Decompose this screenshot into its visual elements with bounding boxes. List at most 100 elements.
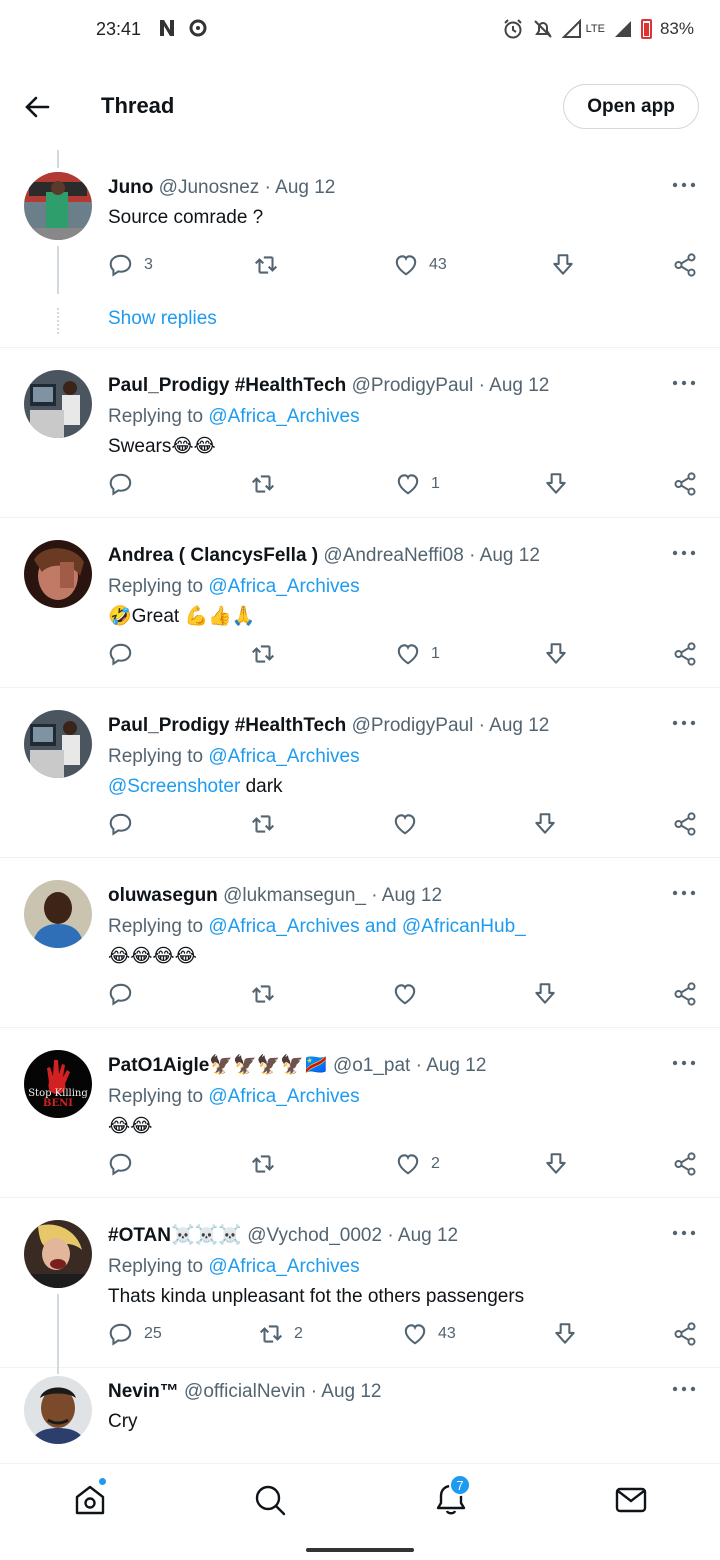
tweet-date[interactable]: Aug 12 xyxy=(489,715,549,736)
download-action[interactable] xyxy=(543,471,569,497)
more-options-icon[interactable] xyxy=(672,888,696,898)
reply-action[interactable] xyxy=(108,811,250,837)
show-replies-link[interactable]: Show replies xyxy=(108,308,217,330)
author-name[interactable]: Andrea ( ClancysFella ) xyxy=(108,545,318,566)
thread-feed[interactable]: Juno @Junosnez · Aug 12 Source comrade ?… xyxy=(0,150,720,1462)
sync-notification-icon xyxy=(189,19,207,37)
retweet-action[interactable] xyxy=(253,252,393,278)
author-name[interactable]: PatO1Aigle🦅🦅🦅🦅🇨🇩 xyxy=(108,1055,328,1076)
like-action[interactable]: 43 xyxy=(393,252,550,278)
share-action[interactable] xyxy=(672,252,698,278)
messages-mail-icon[interactable] xyxy=(613,1482,649,1518)
tweet-date[interactable]: Aug 12 xyxy=(382,885,442,906)
tweet[interactable]: Nevin™ @officialNevin · Aug 12 Cry xyxy=(0,1368,720,1462)
author-name[interactable]: Nevin™ xyxy=(108,1381,179,1402)
download-action[interactable] xyxy=(543,641,569,667)
author-handle[interactable]: @lukmansegun_ xyxy=(223,885,366,906)
more-options-icon[interactable] xyxy=(672,1228,696,1238)
retweet-action[interactable] xyxy=(250,981,392,1007)
avatar[interactable] xyxy=(24,710,92,778)
tweet-date[interactable]: Aug 12 xyxy=(489,375,549,396)
more-options-icon[interactable] xyxy=(672,378,696,388)
retweet-action[interactable]: 2 xyxy=(258,1321,402,1347)
retweet-action[interactable] xyxy=(250,811,392,837)
author-handle[interactable]: @officialNevin xyxy=(184,1381,305,1402)
avatar[interactable] xyxy=(24,540,92,608)
author-handle[interactable]: @Vychod_0002 xyxy=(247,1225,382,1246)
tweet[interactable]: Paul_Prodigy #HealthTech @ProdigyPaul · … xyxy=(0,688,720,858)
tweet[interactable]: Stop Killing BENI PatO1Aigle🦅🦅🦅🦅🇨🇩 @o1_pa… xyxy=(0,1028,720,1198)
tweet-date[interactable]: Aug 12 xyxy=(426,1055,486,1076)
avatar[interactable] xyxy=(24,880,92,948)
author-name[interactable]: Paul_Prodigy #HealthTech xyxy=(108,375,346,396)
share-action[interactable] xyxy=(672,811,698,837)
search-icon[interactable] xyxy=(252,1482,288,1518)
reply-action[interactable] xyxy=(108,1151,250,1177)
avatar[interactable] xyxy=(24,172,92,240)
reply-icon xyxy=(109,254,132,277)
share-action[interactable] xyxy=(672,1151,698,1177)
more-options-icon[interactable] xyxy=(672,548,696,558)
more-options-icon[interactable] xyxy=(672,718,696,728)
download-action[interactable] xyxy=(543,1151,569,1177)
author-handle[interactable]: @ProdigyPaul xyxy=(352,375,474,396)
download-action[interactable] xyxy=(550,252,672,278)
more-options-icon[interactable] xyxy=(672,1384,696,1394)
like-action[interactable]: 2 xyxy=(395,1151,543,1177)
tweet[interactable]: Juno @Junosnez · Aug 12 Source comrade ?… xyxy=(0,150,720,348)
open-app-button[interactable]: Open app xyxy=(563,84,699,129)
download-action[interactable] xyxy=(532,981,558,1007)
reply-action[interactable] xyxy=(108,981,250,1007)
tweet[interactable]: #OTAN☠️☠️☠️ @Vychod_0002 · Aug 12 Replyi… xyxy=(0,1198,720,1374)
back-arrow-icon[interactable] xyxy=(22,92,52,122)
tweet-date[interactable]: Aug 12 xyxy=(321,1381,381,1402)
download-action[interactable] xyxy=(552,1321,578,1347)
tweet-date[interactable]: Aug 12 xyxy=(480,545,540,566)
tweet[interactable]: Andrea ( ClancysFella ) @AndreaNeffi08 ·… xyxy=(0,518,720,688)
like-action[interactable]: 43 xyxy=(402,1321,552,1347)
mention-link[interactable]: @Screenshoter xyxy=(108,776,240,797)
author-name[interactable]: Paul_Prodigy #HealthTech xyxy=(108,715,346,736)
author-handle[interactable]: @AndreaNeffi08 xyxy=(323,545,463,566)
download-action[interactable] xyxy=(532,811,558,837)
reply-mention-link[interactable]: @Africa_Archives xyxy=(208,746,359,767)
retweet-action[interactable] xyxy=(250,641,395,667)
like-action[interactable]: 1 xyxy=(395,471,543,497)
author-handle[interactable]: @Junosnez xyxy=(159,177,260,198)
reply-action[interactable]: 3 xyxy=(108,252,253,278)
retweet-action[interactable] xyxy=(250,1151,395,1177)
share-action[interactable] xyxy=(672,981,698,1007)
share-action[interactable] xyxy=(672,641,698,667)
avatar[interactable]: Stop Killing BENI xyxy=(24,1050,92,1118)
tweet[interactable]: oluwasegun @lukmansegun_ · Aug 12 Replyi… xyxy=(0,858,720,1028)
tweet-date[interactable]: Aug 12 xyxy=(398,1225,458,1246)
reply-action[interactable] xyxy=(108,641,250,667)
author-name[interactable]: #OTAN☠️☠️☠️ xyxy=(108,1225,242,1246)
tweet[interactable]: Paul_Prodigy #HealthTech @ProdigyPaul · … xyxy=(0,348,720,518)
reply-action[interactable] xyxy=(108,471,250,497)
reply-mention-link[interactable]: @Africa_Archives xyxy=(208,1256,359,1277)
avatar[interactable] xyxy=(24,1376,92,1444)
more-options-icon[interactable] xyxy=(672,1058,696,1068)
like-action[interactable] xyxy=(392,811,532,837)
reply-action[interactable]: 25 xyxy=(108,1321,258,1347)
reply-mention-link[interactable]: @Africa_Archives xyxy=(208,406,359,427)
author-name[interactable]: oluwasegun xyxy=(108,885,218,906)
share-action[interactable] xyxy=(672,1321,698,1347)
tweet-date[interactable]: Aug 12 xyxy=(275,177,335,198)
like-action[interactable] xyxy=(392,981,532,1007)
author-handle[interactable]: @ProdigyPaul xyxy=(352,715,474,736)
reply-mention-link[interactable]: @Africa_Archives and @AfricanHub_ xyxy=(208,916,525,937)
retweet-action[interactable] xyxy=(250,471,395,497)
share-action[interactable] xyxy=(672,471,698,497)
reply-mention-link[interactable]: @Africa_Archives xyxy=(208,576,359,597)
home-icon[interactable] xyxy=(72,1482,108,1518)
more-options-icon[interactable] xyxy=(672,180,696,190)
like-action[interactable]: 1 xyxy=(395,641,543,667)
avatar[interactable] xyxy=(24,1220,92,1288)
avatar[interactable] xyxy=(24,370,92,438)
author-handle[interactable]: @o1_pat xyxy=(333,1055,410,1076)
author-name[interactable]: Juno xyxy=(108,177,153,198)
gesture-bar[interactable] xyxy=(306,1548,414,1552)
reply-mention-link[interactable]: @Africa_Archives xyxy=(208,1086,359,1107)
